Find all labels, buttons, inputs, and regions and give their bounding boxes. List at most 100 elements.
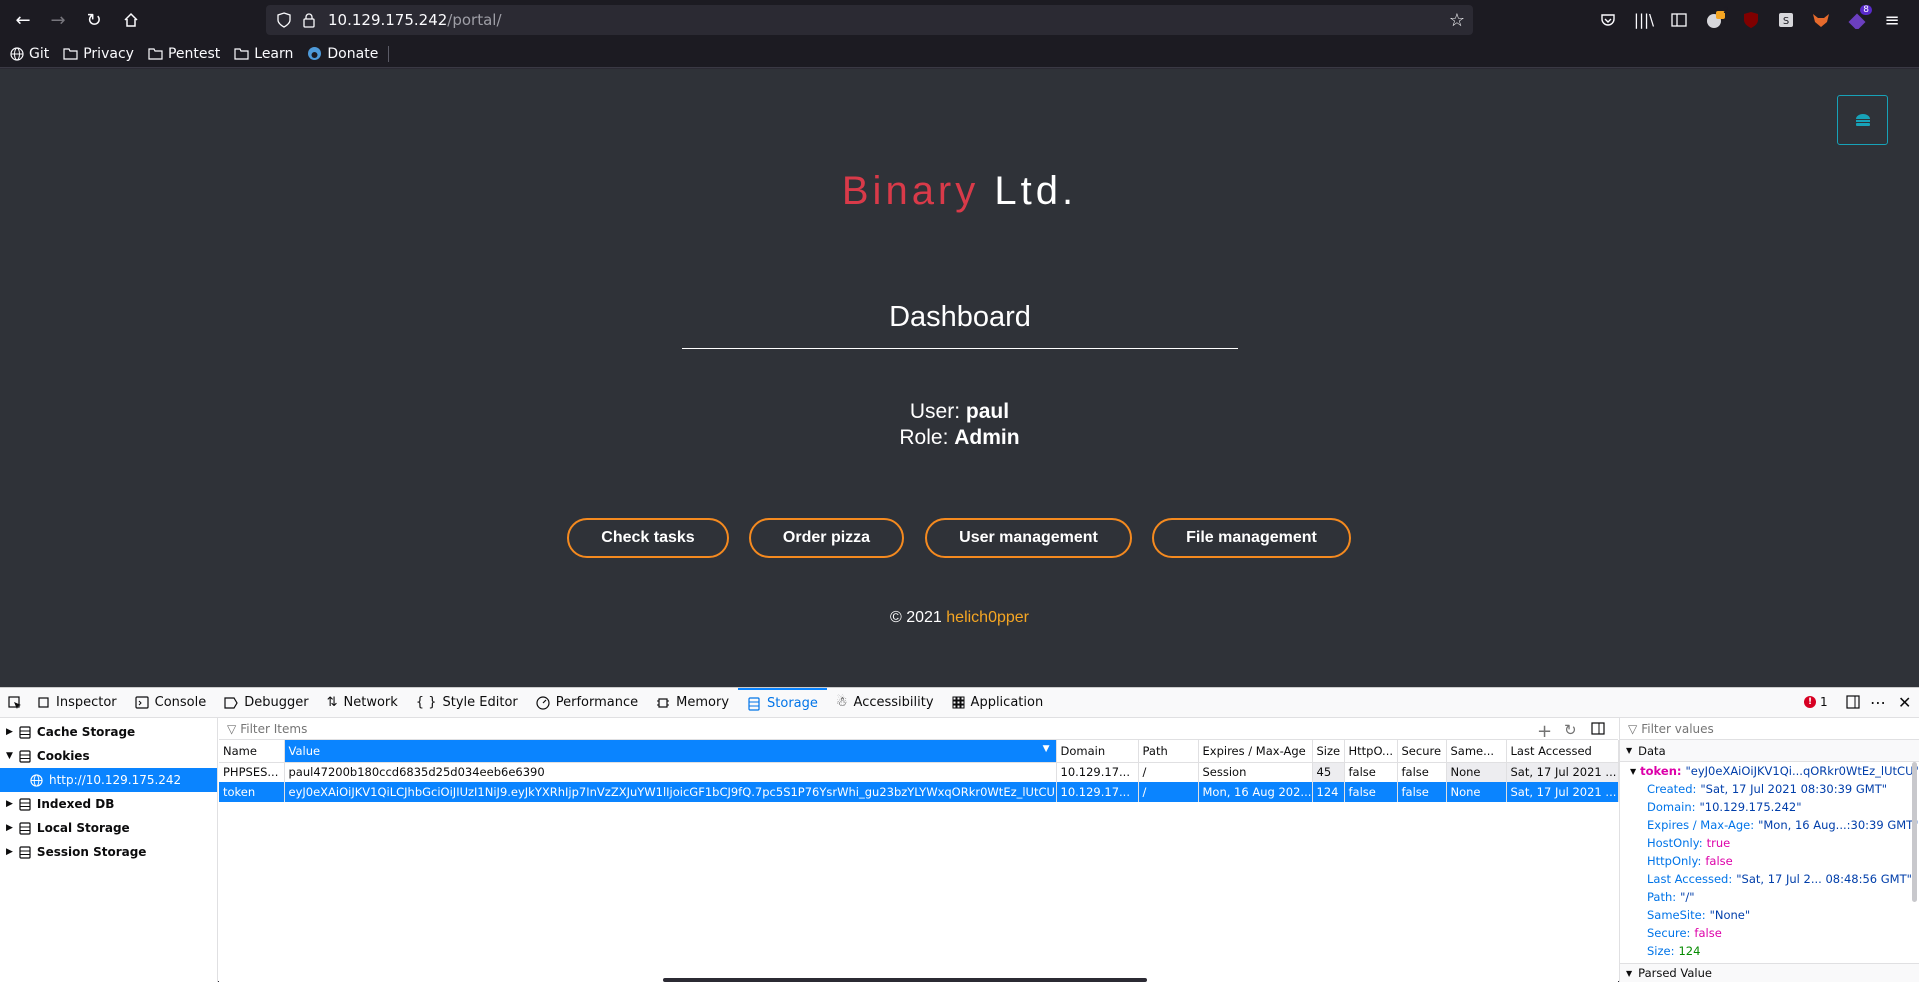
horizontal-scrollbar[interactable]: [663, 978, 1147, 982]
cell[interactable]: /: [1138, 782, 1199, 802]
cell[interactable]: PHPSES...: [219, 762, 285, 782]
attribute-row[interactable]: Last Accessed: "Sat, 17 Jul 2... 08:48:56…: [1620, 870, 1919, 888]
tab-console[interactable]: Console: [126, 688, 216, 718]
tab-network[interactable]: ⇅ Network: [318, 688, 407, 718]
ublock-icon[interactable]: [1736, 6, 1766, 34]
cell[interactable]: token: [219, 782, 285, 802]
error-counter[interactable]: ! 1: [1804, 695, 1828, 709]
reload-icon[interactable]: ↻: [79, 6, 109, 34]
tab-debugger[interactable]: Debugger: [215, 688, 317, 718]
wappalyzer-fox-icon[interactable]: [1806, 6, 1836, 34]
refresh-icon[interactable]: ↻: [1564, 721, 1577, 739]
tree-session-storage[interactable]: ▶ Session Storage: [0, 840, 217, 864]
tab-style-editor[interactable]: { } Style Editor: [407, 688, 527, 718]
add-item-icon[interactable]: +: [1537, 721, 1552, 742]
cell[interactable]: false: [1344, 782, 1398, 802]
url-text[interactable]: 10.129.175.242/portal/: [328, 11, 502, 29]
extension-foxyproxy-icon[interactable]: 2: [1700, 6, 1730, 34]
cell[interactable]: false: [1397, 762, 1447, 782]
bookmark-pentest[interactable]: Pentest: [148, 46, 220, 62]
attribute-row[interactable]: Size: 124: [1620, 942, 1919, 960]
file-management-button[interactable]: File management: [1152, 518, 1351, 558]
tab-memory[interactable]: Memory: [647, 688, 738, 718]
bookmark-privacy[interactable]: Privacy: [63, 46, 134, 62]
order-pizza-button[interactable]: Order pizza: [749, 518, 904, 558]
sidebar-icon[interactable]: [1664, 6, 1694, 34]
cell[interactable]: eyJ0eXAiOiJKV1QiLCJhbGciOiJIUzI1NiJ9.eyJ…: [284, 782, 1057, 802]
attribute-row[interactable]: Expires / Max-Age: "Mon, 16 Aug...:30:39 …: [1620, 816, 1919, 834]
col-httponly[interactable]: HttpO...: [1344, 740, 1398, 763]
col-samesite[interactable]: Same...: [1446, 740, 1507, 763]
dock-side-icon[interactable]: [1846, 695, 1860, 709]
forward-icon[interactable]: →: [43, 6, 73, 34]
url-bar[interactable]: 10.129.175.242/portal/ ☆: [266, 5, 1473, 35]
navbar-toggle-button[interactable]: [1837, 95, 1888, 145]
attribute-row[interactable]: Secure: false: [1620, 924, 1919, 942]
cell[interactable]: 45: [1312, 762, 1345, 782]
shield-icon[interactable]: [276, 12, 292, 28]
tree-cookie-origin[interactable]: http://10.129.175.242: [0, 768, 217, 792]
library-icon[interactable]: |||\: [1629, 6, 1659, 34]
cell[interactable]: 124: [1312, 782, 1345, 802]
col-path[interactable]: Path: [1138, 740, 1199, 763]
parsed-value-header[interactable]: ▼ Parsed Value: [1620, 963, 1919, 982]
attribute-row[interactable]: SameSite: "None": [1620, 906, 1919, 924]
close-icon[interactable]: ✕: [1898, 693, 1911, 712]
extension-purple-icon[interactable]: 8: [1842, 5, 1872, 34]
cell[interactable]: paul47200b180ccd6835d25d034eeb6e6390: [284, 762, 1057, 782]
bookmark-learn[interactable]: Learn: [234, 46, 293, 62]
cell[interactable]: false: [1397, 782, 1447, 802]
attribute-row[interactable]: Created: "Sat, 17 Jul 2021 08:30:39 GMT": [1620, 780, 1919, 798]
cell[interactable]: /: [1138, 762, 1199, 782]
bookmark-star-icon[interactable]: ☆: [1449, 10, 1465, 31]
more-options-icon[interactable]: ⋯: [1870, 693, 1886, 712]
hamburger-menu-icon[interactable]: ≡: [1877, 6, 1907, 34]
lock-icon[interactable]: [302, 12, 316, 28]
tab-accessibility[interactable]: ☃ Accessibility: [827, 688, 943, 718]
cell[interactable]: Sat, 17 Jul 2021 ...: [1506, 762, 1619, 782]
table-row[interactable]: PHPSES... paul47200b180ccd6835d25d034eeb…: [219, 762, 1619, 782]
attribute-row[interactable]: HostOnly: true: [1620, 834, 1919, 852]
toggle-sidebar-icon[interactable]: [1591, 722, 1605, 735]
cell[interactable]: None: [1446, 762, 1507, 782]
token-entry[interactable]: ▼ token: "eyJ0eXAiOiJKV1Qi...qORkr0WtEz_…: [1620, 762, 1919, 780]
data-section-header[interactable]: ▼ Data: [1620, 740, 1919, 762]
col-expires[interactable]: Expires / Max-Age: [1198, 740, 1313, 763]
tree-indexed-db[interactable]: ▶ Indexed DB: [0, 792, 217, 816]
tab-storage[interactable]: Storage: [738, 687, 827, 718]
cell[interactable]: None: [1446, 782, 1507, 802]
tab-application[interactable]: Application: [943, 688, 1053, 718]
tab-inspector[interactable]: Inspector: [28, 688, 126, 718]
tree-cache-storage[interactable]: ▶ Cache Storage: [0, 720, 217, 744]
tree-local-storage[interactable]: ▶ Local Storage: [0, 816, 217, 840]
vertical-scrollbar[interactable]: [1912, 762, 1917, 902]
back-icon[interactable]: ←: [8, 6, 38, 34]
col-domain[interactable]: Domain: [1056, 740, 1139, 763]
bookmark-donate[interactable]: Donate: [307, 45, 390, 62]
tree-cookies[interactable]: ▼ Cookies: [0, 744, 217, 768]
col-name[interactable]: Name: [219, 740, 285, 763]
attribute-row[interactable]: Path: "/": [1620, 888, 1919, 906]
filter-values-input[interactable]: [1641, 721, 1882, 736]
cell[interactable]: Session: [1198, 762, 1313, 782]
cell[interactable]: Mon, 16 Aug 202...: [1198, 782, 1313, 802]
col-secure[interactable]: Secure: [1397, 740, 1447, 763]
cell[interactable]: 10.129.17...: [1056, 782, 1139, 802]
cell[interactable]: 10.129.17...: [1056, 762, 1139, 782]
extension-s-icon[interactable]: S: [1771, 6, 1801, 34]
table-row[interactable]: token eyJ0eXAiOiJKV1QiLCJhbGciOiJIUzI1Ni…: [219, 782, 1619, 802]
attribute-row[interactable]: HttpOnly: false: [1620, 852, 1919, 870]
pocket-icon[interactable]: [1593, 6, 1623, 34]
col-size[interactable]: Size: [1312, 740, 1345, 763]
attribute-row[interactable]: Domain: "10.129.175.242": [1620, 798, 1919, 816]
tab-performance[interactable]: Performance: [527, 688, 647, 718]
cell[interactable]: false: [1344, 762, 1398, 782]
col-last-accessed[interactable]: Last Accessed: [1506, 740, 1619, 763]
home-icon[interactable]: [116, 6, 146, 34]
element-picker-icon[interactable]: [0, 688, 28, 718]
footer-author-link[interactable]: helich0pper: [946, 609, 1029, 626]
col-value[interactable]: Value ▼: [284, 740, 1057, 763]
check-tasks-button[interactable]: Check tasks: [567, 518, 729, 558]
user-management-button[interactable]: User management: [925, 518, 1132, 558]
cell[interactable]: Sat, 17 Jul 2021 ...: [1506, 782, 1619, 802]
